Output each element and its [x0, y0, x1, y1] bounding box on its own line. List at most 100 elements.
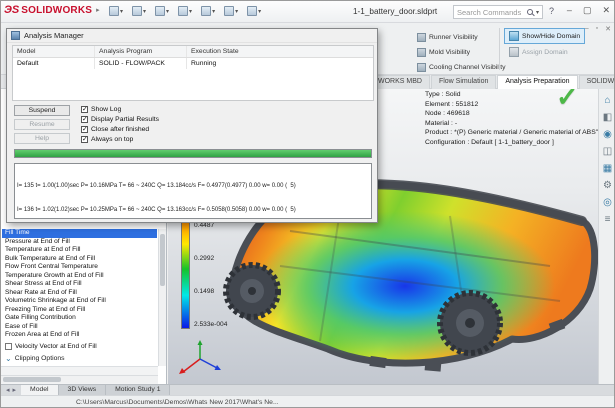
minimize-button[interactable]: –	[567, 5, 572, 16]
analysis-manager-dialog: Analysis Manager Model Analysis Program …	[6, 28, 378, 223]
tab-model[interactable]: Model	[21, 385, 59, 395]
grid-icon[interactable]: ▦	[603, 163, 612, 174]
target-icon[interactable]: ◎	[603, 197, 612, 208]
close-button[interactable]: ✕	[602, 5, 610, 16]
section-view-icon[interactable]: ◫	[603, 146, 612, 157]
ribbon-separator	[499, 28, 500, 70]
search-placeholder: Search Commands	[457, 8, 521, 17]
tab-prev-icon[interactable]: ◂	[6, 386, 10, 394]
runner-visibility-button[interactable]: Runner Visibility	[417, 30, 506, 45]
help-button[interactable]: Help	[14, 133, 70, 144]
analysis-table: Model Analysis Program Execution State D…	[12, 45, 374, 101]
resume-button[interactable]: Resume	[14, 119, 70, 130]
checkbox-checked-icon[interactable]: ✓	[81, 136, 88, 143]
dialog-checkboxes: ✓ Show Log ✓ Display Partial Results ✓ C…	[81, 106, 159, 143]
gear-left-icon	[226, 265, 278, 317]
search-commands-box[interactable]: Search Commands ▾	[453, 5, 543, 19]
tab-scroll-nav: ◂ ▸	[1, 385, 21, 395]
show-log-checkbox[interactable]: ✓ Show Log	[81, 106, 159, 113]
cell-model: Default	[13, 58, 95, 69]
tab-analysis-preparation[interactable]: Analysis Preparation	[497, 75, 577, 89]
info-product: Product : *(P) Generic material / Generi…	[425, 128, 598, 138]
show-hide-domain-button[interactable]: Show/Hide Domain	[504, 28, 585, 44]
checkbox-checked-icon[interactable]: ✓	[81, 106, 88, 113]
solidworks-logo-icon: ЭS	[4, 4, 19, 16]
options-icon[interactable]: ▾	[247, 6, 261, 16]
col-model: Model	[13, 46, 95, 57]
doc-minimize-icon[interactable]: –	[585, 25, 589, 33]
doc-restore-icon[interactable]: ▫	[596, 25, 598, 33]
menu-expand-icon[interactable]: ▸	[96, 6, 100, 14]
view-cube-icon[interactable]: ◧	[603, 112, 612, 123]
tab-next-icon[interactable]: ▸	[13, 386, 17, 394]
result-item[interactable]: Temperature Growth at End of Fill	[2, 272, 157, 281]
home-icon[interactable]: ⌂	[604, 95, 610, 106]
result-item[interactable]: Shear Stress at End of Fill	[2, 280, 157, 289]
table-row[interactable]: Default SOLID - FLOW/PACK Running	[13, 58, 373, 69]
print-icon[interactable]: ▾	[178, 6, 192, 16]
tab-3d-views[interactable]: 3D Views	[59, 385, 107, 395]
results-vertical-scrollbar[interactable]	[158, 229, 166, 366]
legend-value: 0.2992	[194, 255, 214, 262]
mold-visibility-button[interactable]: Mold Visibility	[417, 45, 506, 60]
results-horizontal-scrollbar[interactable]	[1, 375, 158, 383]
scrollbar-thumb[interactable]	[3, 377, 61, 382]
settings-gear-icon[interactable]: ⚙	[603, 180, 612, 191]
result-item[interactable]: Bulk Temperature at End of Fill	[2, 255, 157, 264]
result-item[interactable]: Volumetric Shrinkage at End of Fill	[2, 297, 157, 306]
eye-icon[interactable]: ◉	[603, 129, 612, 140]
search-icon[interactable]	[527, 9, 533, 15]
result-item[interactable]: Gate Filling Contribution	[2, 314, 157, 323]
new-file-icon[interactable]: ▾	[109, 6, 123, 16]
rebuild-icon[interactable]: ▾	[224, 6, 238, 16]
result-item[interactable]: Flow Front Central Temperature	[2, 263, 157, 272]
viewport-toolbar: ⌂ ◧ ◉ ◫ ▦ ⚙ ◎ ≡	[598, 89, 615, 384]
result-item[interactable]: Ease of Fill	[2, 323, 157, 332]
undo-icon[interactable]: ▾	[201, 6, 215, 16]
tab-solidworks-more[interactable]: SOLIDWORKS...	[579, 75, 615, 89]
maximize-button[interactable]: ▢	[583, 5, 592, 16]
display-partial-results-checkbox[interactable]: ✓ Display Partial Results	[81, 116, 159, 123]
clipping-options-header[interactable]: ⌄ Clipping Options	[5, 355, 65, 362]
suspend-button[interactable]: Suspend	[14, 105, 70, 116]
scrollbar-thumb[interactable]	[160, 234, 165, 286]
progress-fill	[15, 150, 371, 157]
doc-close-icon[interactable]: ✕	[605, 25, 611, 33]
cooling-channel-icon	[417, 63, 426, 72]
solver-log-output[interactable]: I= 135 t= 1.00(1.00)sec P= 10.16MPa T= 6…	[14, 163, 372, 219]
result-item[interactable]: Pressure at End of Fill	[2, 238, 157, 247]
solidworks-menu[interactable]: ЭS SOLIDWORKS ▸	[4, 4, 100, 16]
tab-motion-study[interactable]: Motion Study 1	[106, 385, 170, 395]
document-title: 1-1_battery_door.sldprt	[353, 7, 437, 16]
result-item[interactable]: Shear Rate at End of Fill	[2, 289, 157, 298]
log-line: I= 135 t= 1.00(1.00)sec P= 10.16MPa T= 6…	[17, 182, 369, 190]
open-file-icon[interactable]: ▾	[132, 6, 146, 16]
search-dropdown-icon[interactable]: ▾	[536, 9, 539, 16]
result-item[interactable]: Freezing Time at End of Fill	[2, 306, 157, 315]
always-on-top-checkbox[interactable]: ✓ Always on top	[81, 136, 159, 143]
help-icon[interactable]: ?	[549, 6, 554, 16]
close-after-finished-checkbox[interactable]: ✓ Close after finished	[81, 126, 159, 133]
assign-domain-button[interactable]: Assign Domain	[504, 44, 585, 60]
dialog-buttons: Suspend Resume Help	[14, 105, 70, 144]
status-bar: C:\Users\Marcus\Documents\Demos\Whats Ne…	[1, 395, 615, 408]
dialog-titlebar[interactable]: Analysis Manager	[7, 29, 377, 43]
checkbox-icon[interactable]	[5, 343, 12, 350]
legend-value: 0.4487	[194, 222, 214, 229]
checkbox-checked-icon[interactable]: ✓	[81, 116, 88, 123]
result-item[interactable]: Temperature at End of Fill	[2, 246, 157, 255]
result-item-fill-time[interactable]: Fill Time	[2, 229, 157, 238]
checkbox-checked-icon[interactable]: ✓	[81, 126, 88, 133]
velocity-vector-checkbox[interactable]: Velocity Vector at End of Fill	[5, 343, 97, 350]
gear-right-icon	[440, 293, 500, 353]
chevron-down-icon[interactable]: ⌄	[5, 356, 12, 362]
ribbon-tabs: SOLIDWORKS MBD Flow Simulation Analysis …	[349, 75, 615, 89]
cooling-channel-visibility-button[interactable]: Cooling Channel Visibility	[417, 60, 506, 75]
list-icon[interactable]: ≡	[605, 214, 611, 225]
domain-group: Show/Hide Domain Assign Domain	[504, 28, 585, 60]
save-icon[interactable]: ▾	[155, 6, 169, 16]
progress-bar	[14, 149, 372, 158]
results-list: Fill Time Pressure at End of Fill Temper…	[2, 229, 157, 340]
result-item[interactable]: Frozen Area at End of Fill	[2, 331, 157, 340]
tab-flow-simulation[interactable]: Flow Simulation	[431, 75, 496, 89]
